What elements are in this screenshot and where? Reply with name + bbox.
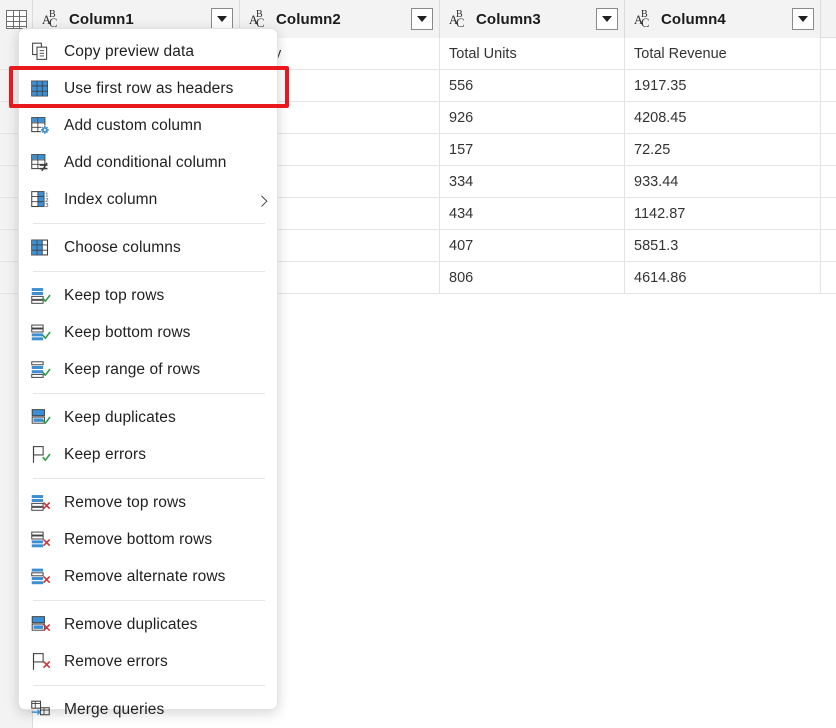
column-header-column4[interactable]: ABC Column4 — [625, 0, 821, 38]
table-cell[interactable]: 434 — [440, 198, 625, 229]
table-cell[interactable]: 4614.86 — [625, 262, 821, 293]
table-cell[interactable]: 1142.87 — [625, 198, 821, 229]
menu-item-keep-bottom-rows[interactable]: Keep bottom rows — [19, 314, 277, 351]
column-context-menu[interactable]: Copy preview dataUse first row as header… — [18, 28, 278, 710]
menu-item-remove-errors[interactable]: Remove errors — [19, 643, 277, 680]
table-cell[interactable]: 334 — [440, 166, 625, 197]
column-header-label: Column3 — [476, 11, 541, 28]
keep-duplicates-icon — [30, 407, 51, 428]
chevron-right-icon — [256, 195, 267, 206]
menu-item-choose-columns[interactable]: Choose columns — [19, 229, 277, 266]
abc-text-type-icon: ABC — [449, 10, 469, 28]
chevron-down-icon — [417, 16, 427, 22]
remove-duplicates-icon — [30, 614, 51, 635]
column-header-label: Column2 — [276, 11, 341, 28]
table-cell[interactable]: 933.44 — [625, 166, 821, 197]
table-cell[interactable]: 157 — [440, 134, 625, 165]
menu-separator — [33, 271, 265, 272]
remove-top-rows-icon — [30, 492, 51, 513]
menu-item-remove-top-rows[interactable]: Remove top rows — [19, 484, 277, 521]
filter-dropdown-icon[interactable] — [792, 8, 814, 30]
menu-item-merge-queries[interactable]: Merge queries — [19, 691, 277, 728]
table-cell[interactable]: Total Revenue — [625, 38, 821, 69]
menu-item-index-column[interactable]: 1 2 3Index column — [19, 181, 277, 218]
power-query-preview: ABC Column1 ABC Column2 ABC Column3 ABC Column4… — [0, 0, 836, 728]
table-cell[interactable]: 556 — [440, 70, 625, 101]
menu-item-add-conditional-column[interactable]: Add conditional column — [19, 144, 277, 181]
table-cell[interactable]: 4208.45 — [625, 102, 821, 133]
menu-item-remove-alternate-rows[interactable]: Remove alternate rows — [19, 558, 277, 595]
menu-item-keep-duplicates[interactable]: Keep duplicates — [19, 399, 277, 436]
index-column-icon: 1 2 3 — [30, 189, 51, 210]
menu-separator — [33, 685, 265, 686]
menu-separator — [33, 478, 265, 479]
chevron-down-icon — [798, 16, 808, 22]
merge-queries-icon — [30, 699, 51, 720]
menu-item-remove-duplicates[interactable]: Remove duplicates — [19, 606, 277, 643]
table-cell[interactable]: 5851.3 — [625, 230, 821, 261]
menu-item-keep-top-rows[interactable]: Keep top rows — [19, 277, 277, 314]
table-grid-icon — [6, 10, 27, 29]
keep-top-rows-icon — [30, 285, 51, 306]
remove-alternate-rows-icon — [30, 566, 51, 587]
add-custom-column-icon — [30, 115, 51, 136]
filter-dropdown-icon[interactable] — [596, 8, 618, 30]
keep-errors-icon — [30, 444, 51, 465]
table-cell[interactable]: 926 — [440, 102, 625, 133]
column-header-label: Column4 — [661, 11, 726, 28]
remove-bottom-rows-icon — [30, 529, 51, 550]
table-cell[interactable]: 806 — [440, 262, 625, 293]
menu-item-keep-range-of-rows[interactable]: Keep range of rows — [19, 351, 277, 388]
menu-item-remove-bottom-rows[interactable]: Remove bottom rows — [19, 521, 277, 558]
column-header-column3[interactable]: ABC Column3 — [440, 0, 625, 38]
table-cell[interactable]: Total Units — [440, 38, 625, 69]
keep-bottom-rows-icon — [30, 322, 51, 343]
keep-range-of-rows-icon — [30, 359, 51, 380]
svg-text:3: 3 — [45, 203, 48, 209]
menu-item-use-first-row-as-headers[interactable]: Use first row as headers — [19, 70, 277, 107]
abc-text-type-icon: ABC — [42, 10, 62, 28]
filter-dropdown-icon[interactable] — [211, 8, 233, 30]
copy-icon — [30, 41, 51, 62]
use-first-row-as-headers-icon — [30, 78, 51, 99]
menu-item-add-custom-column[interactable]: Add custom column — [19, 107, 277, 144]
chevron-down-icon — [602, 16, 612, 22]
table-cell[interactable]: 1917.35 — [625, 70, 821, 101]
table-cell[interactable]: 72.25 — [625, 134, 821, 165]
column-header-label: Column1 — [69, 11, 134, 28]
menu-separator — [33, 223, 265, 224]
choose-columns-icon — [30, 237, 51, 258]
menu-item-copy-preview-data[interactable]: Copy preview data — [19, 33, 277, 70]
abc-text-type-icon: ABC — [634, 10, 654, 28]
table-cell[interactable]: 407 — [440, 230, 625, 261]
filter-dropdown-icon[interactable] — [411, 8, 433, 30]
menu-separator — [33, 600, 265, 601]
abc-text-type-icon: ABC — [249, 10, 269, 28]
chevron-down-icon — [217, 16, 227, 22]
menu-item-keep-errors[interactable]: Keep errors — [19, 436, 277, 473]
add-conditional-column-icon — [30, 152, 51, 173]
remove-errors-icon — [30, 651, 51, 672]
menu-separator — [33, 393, 265, 394]
